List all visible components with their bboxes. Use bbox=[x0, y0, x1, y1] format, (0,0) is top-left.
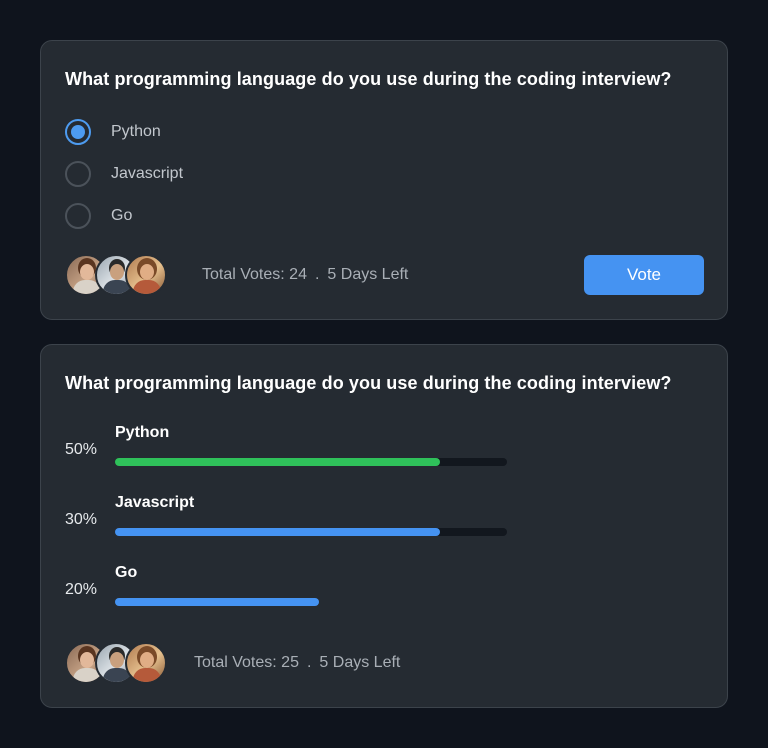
progress-track bbox=[115, 598, 507, 606]
poll-question: What programming language do you use dur… bbox=[65, 69, 672, 89]
option-label: Python bbox=[111, 123, 161, 140]
radio-button-checked[interactable] bbox=[65, 119, 91, 145]
progress-track bbox=[115, 458, 507, 466]
result-javascript: Javascript 30% bbox=[65, 494, 525, 542]
progress-bar bbox=[115, 598, 319, 606]
progress-bar bbox=[115, 458, 441, 466]
result-percent: 30% bbox=[65, 511, 98, 528]
radio-button[interactable] bbox=[65, 161, 91, 187]
result-label: Javascript bbox=[115, 494, 195, 511]
result-python: Python 50% bbox=[65, 424, 525, 472]
radio-button[interactable] bbox=[65, 203, 91, 229]
result-percent: 20% bbox=[65, 581, 98, 598]
result-go: Go 20% bbox=[65, 564, 525, 612]
days-left: 5 Days Left bbox=[327, 266, 409, 283]
poll-question: What programming language do you use dur… bbox=[65, 373, 672, 393]
poll-meta: Total Votes: 24. 5 Days Left bbox=[202, 266, 408, 284]
poll-vote-card: What programming language do you use dur… bbox=[40, 40, 728, 320]
result-percent: 50% bbox=[65, 441, 98, 458]
option-javascript[interactable]: Javascript bbox=[65, 160, 365, 188]
progress-bar bbox=[115, 528, 441, 536]
progress-track bbox=[115, 528, 507, 536]
option-python[interactable]: Python bbox=[65, 118, 365, 146]
voter-avatars bbox=[65, 254, 167, 296]
days-left: 5 Days Left bbox=[319, 654, 401, 671]
option-label: Javascript bbox=[111, 165, 184, 182]
option-label: Go bbox=[111, 207, 133, 224]
vote-button[interactable]: Vote bbox=[584, 255, 704, 295]
voter-avatars bbox=[65, 642, 167, 684]
avatar bbox=[125, 642, 167, 684]
result-label: Python bbox=[115, 424, 170, 441]
poll-meta: Total Votes: 25. 5 Days Left bbox=[194, 654, 400, 672]
separator: . bbox=[314, 266, 320, 283]
avatar bbox=[125, 254, 167, 296]
result-label: Go bbox=[115, 564, 138, 581]
poll-results-card: What programming language do you use dur… bbox=[40, 344, 728, 708]
total-votes: Total Votes: 24 bbox=[202, 266, 307, 283]
option-go[interactable]: Go bbox=[65, 202, 365, 230]
total-votes: Total Votes: 25 bbox=[194, 654, 299, 671]
separator: . bbox=[306, 654, 312, 671]
